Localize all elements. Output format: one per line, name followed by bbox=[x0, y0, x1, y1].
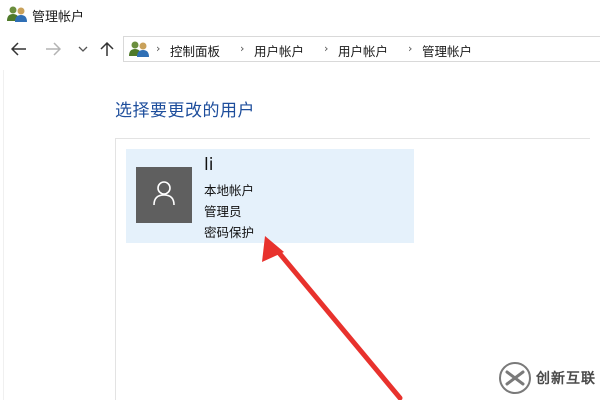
arrow-left-icon[interactable] bbox=[10, 40, 28, 58]
breadcrumb-item-user-accounts[interactable]: 用户帐户 bbox=[254, 41, 304, 60]
user-silhouette-icon bbox=[152, 180, 176, 210]
window-title: 管理帐户 bbox=[32, 10, 85, 25]
user-card-li[interactable]: li 本地帐户 管理员 密码保护 bbox=[126, 149, 414, 243]
chevron-right-icon: › bbox=[156, 42, 161, 55]
watermark: 创新互联 bbox=[498, 358, 598, 398]
chevron-right-icon[interactable]: › bbox=[408, 42, 412, 55]
breadcrumb-item-manage-accounts[interactable]: 管理帐户 bbox=[422, 41, 472, 60]
watermark-logo-icon bbox=[498, 361, 532, 395]
users-icon bbox=[128, 39, 150, 59]
password-status-label: 密码保护 bbox=[204, 225, 255, 240]
arrow-right-icon[interactable] bbox=[44, 40, 62, 58]
watermark-text: 创新互联 bbox=[536, 371, 596, 387]
avatar bbox=[136, 167, 192, 223]
window-edge bbox=[0, 70, 4, 400]
breadcrumb-item-control-panel[interactable]: 控制面板 bbox=[170, 41, 220, 60]
users-icon bbox=[6, 4, 28, 24]
chevron-right-icon[interactable]: › bbox=[240, 42, 244, 55]
breadcrumb-item-user-accounts-sub[interactable]: 用户帐户 bbox=[338, 41, 388, 60]
chevron-right-icon[interactable]: › bbox=[324, 42, 328, 55]
arrow-up-icon[interactable] bbox=[98, 40, 116, 58]
address-bar[interactable]: › 控制面板 › 用户帐户 › 用户帐户 › 管理帐户 bbox=[123, 36, 600, 62]
role-label: 管理员 bbox=[204, 204, 242, 219]
account-type-label: 本地帐户 bbox=[204, 183, 255, 198]
page-title: 选择要更改的用户 bbox=[115, 101, 255, 121]
user-name: li bbox=[204, 155, 214, 175]
title-bar: 管理帐户 bbox=[0, 0, 600, 30]
chevron-down-icon[interactable] bbox=[74, 40, 92, 58]
